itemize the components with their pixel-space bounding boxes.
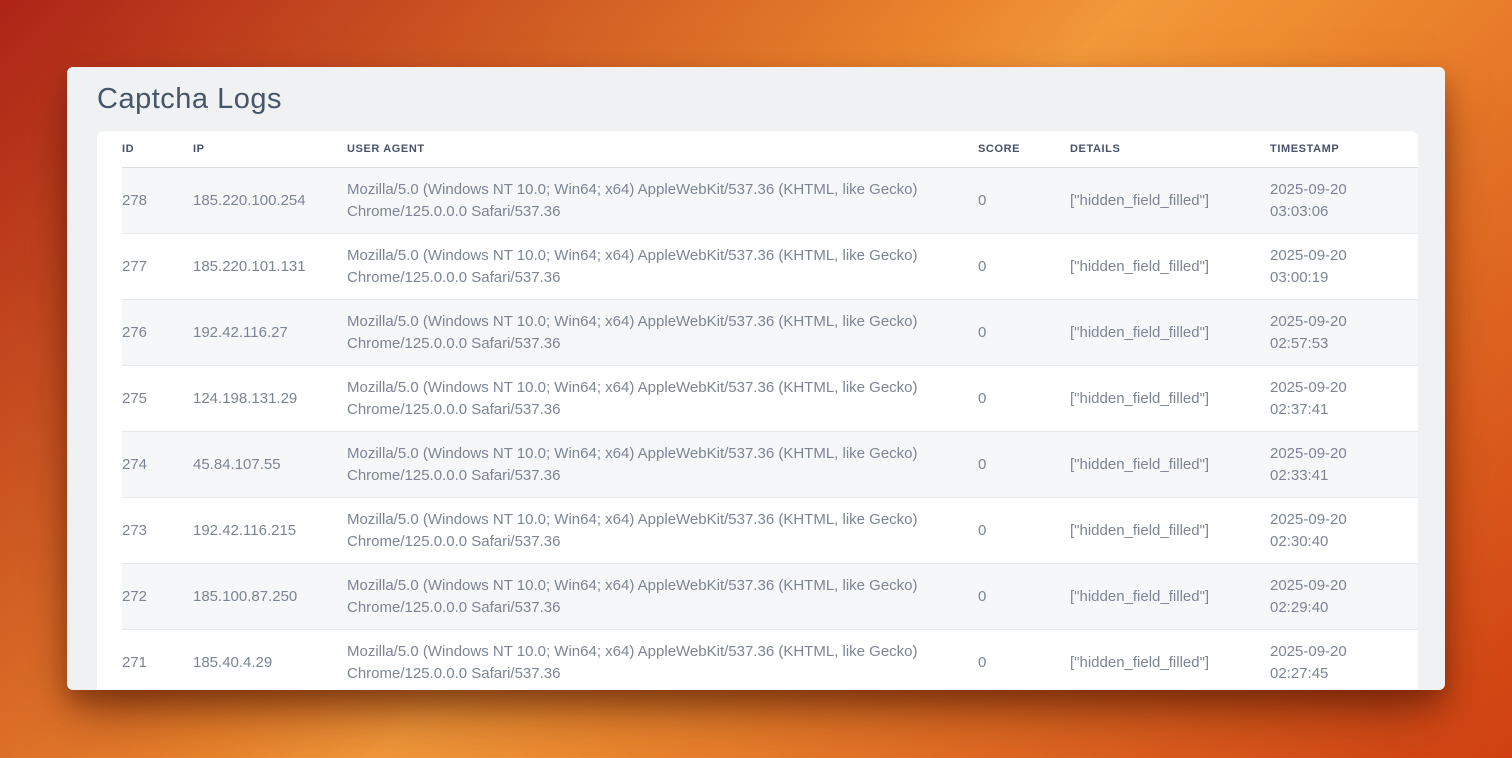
cell-score: 0 (978, 498, 1070, 564)
cell-ip: 185.100.87.250 (193, 564, 347, 630)
cell-timestamp: 2025-09-20 02:27:45 (1270, 630, 1418, 691)
cell-id: 275 (122, 366, 193, 432)
cell-user-agent: Mozilla/5.0 (Windows NT 10.0; Win64; x64… (347, 300, 978, 366)
table-row: 278 185.220.100.254 Mozilla/5.0 (Windows… (122, 168, 1418, 234)
cell-timestamp: 2025-09-20 02:37:41 (1270, 366, 1418, 432)
table-header-row: ID IP USER AGENT SCORE DETAILS TIMESTAMP (122, 131, 1418, 168)
cell-timestamp: 2025-09-20 03:00:19 (1270, 234, 1418, 300)
cell-user-agent: Mozilla/5.0 (Windows NT 10.0; Win64; x64… (347, 234, 978, 300)
cell-score: 0 (978, 168, 1070, 234)
table-row: 273 192.42.116.215 Mozilla/5.0 (Windows … (122, 498, 1418, 564)
cell-user-agent: Mozilla/5.0 (Windows NT 10.0; Win64; x64… (347, 366, 978, 432)
cell-ip: 124.198.131.29 (193, 366, 347, 432)
logs-table-container: ID IP USER AGENT SCORE DETAILS TIMESTAMP… (97, 131, 1418, 690)
column-header-score: SCORE (978, 131, 1070, 168)
cell-timestamp: 2025-09-20 03:03:06 (1270, 168, 1418, 234)
cell-score: 0 (978, 432, 1070, 498)
cell-details: ["hidden_field_filled"] (1070, 366, 1270, 432)
table-row: 271 185.40.4.29 Mozilla/5.0 (Windows NT … (122, 630, 1418, 691)
column-header-id: ID (122, 131, 193, 168)
cell-ip: 45.84.107.55 (193, 432, 347, 498)
cell-details: ["hidden_field_filled"] (1070, 168, 1270, 234)
cell-id: 271 (122, 630, 193, 691)
cell-id: 274 (122, 432, 193, 498)
cell-score: 0 (978, 366, 1070, 432)
cell-details: ["hidden_field_filled"] (1070, 564, 1270, 630)
cell-details: ["hidden_field_filled"] (1070, 498, 1270, 564)
cell-id: 273 (122, 498, 193, 564)
cell-timestamp: 2025-09-20 02:30:40 (1270, 498, 1418, 564)
table-row: 274 45.84.107.55 Mozilla/5.0 (Windows NT… (122, 432, 1418, 498)
cell-score: 0 (978, 234, 1070, 300)
column-header-timestamp: TIMESTAMP (1270, 131, 1418, 168)
cell-user-agent: Mozilla/5.0 (Windows NT 10.0; Win64; x64… (347, 630, 978, 691)
cell-score: 0 (978, 300, 1070, 366)
cell-score: 0 (978, 630, 1070, 691)
column-header-details: DETAILS (1070, 131, 1270, 168)
cell-ip: 192.42.116.27 (193, 300, 347, 366)
cell-user-agent: Mozilla/5.0 (Windows NT 10.0; Win64; x64… (347, 498, 978, 564)
logs-table-body: 278 185.220.100.254 Mozilla/5.0 (Windows… (122, 168, 1418, 691)
cell-user-agent: Mozilla/5.0 (Windows NT 10.0; Win64; x64… (347, 432, 978, 498)
cell-details: ["hidden_field_filled"] (1070, 630, 1270, 691)
cell-id: 276 (122, 300, 193, 366)
cell-id: 272 (122, 564, 193, 630)
cell-ip: 185.220.100.254 (193, 168, 347, 234)
cell-ip: 185.40.4.29 (193, 630, 347, 691)
captcha-logs-card: Captcha Logs ID IP USER AGENT SCORE DETA… (67, 67, 1445, 690)
cell-user-agent: Mozilla/5.0 (Windows NT 10.0; Win64; x64… (347, 168, 978, 234)
page-title: Captcha Logs (67, 67, 1445, 131)
table-row: 277 185.220.101.131 Mozilla/5.0 (Windows… (122, 234, 1418, 300)
cell-ip: 192.42.116.215 (193, 498, 347, 564)
cell-timestamp: 2025-09-20 02:57:53 (1270, 300, 1418, 366)
cell-timestamp: 2025-09-20 02:33:41 (1270, 432, 1418, 498)
table-row: 272 185.100.87.250 Mozilla/5.0 (Windows … (122, 564, 1418, 630)
cell-ip: 185.220.101.131 (193, 234, 347, 300)
cell-details: ["hidden_field_filled"] (1070, 432, 1270, 498)
table-row: 275 124.198.131.29 Mozilla/5.0 (Windows … (122, 366, 1418, 432)
cell-details: ["hidden_field_filled"] (1070, 234, 1270, 300)
cell-id: 278 (122, 168, 193, 234)
cell-details: ["hidden_field_filled"] (1070, 300, 1270, 366)
cell-user-agent: Mozilla/5.0 (Windows NT 10.0; Win64; x64… (347, 564, 978, 630)
cell-timestamp: 2025-09-20 02:29:40 (1270, 564, 1418, 630)
table-row: 276 192.42.116.27 Mozilla/5.0 (Windows N… (122, 300, 1418, 366)
cell-score: 0 (978, 564, 1070, 630)
logs-table: ID IP USER AGENT SCORE DETAILS TIMESTAMP… (122, 131, 1418, 690)
cell-id: 277 (122, 234, 193, 300)
column-header-user_agent: USER AGENT (347, 131, 978, 168)
column-header-ip: IP (193, 131, 347, 168)
